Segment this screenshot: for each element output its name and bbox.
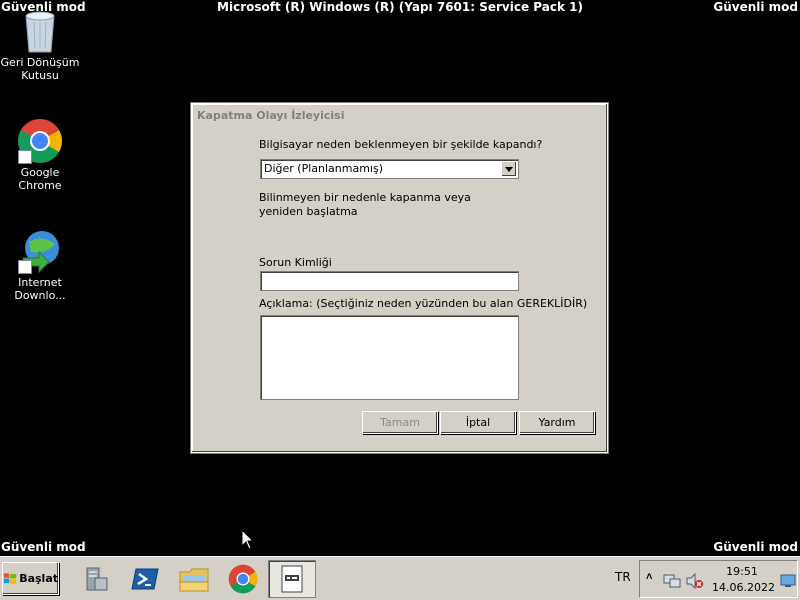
language-indicator[interactable]: TR bbox=[615, 570, 631, 584]
powershell-icon bbox=[131, 568, 159, 590]
comment-textarea[interactable] bbox=[260, 315, 519, 400]
shortcut-arrow-icon bbox=[18, 150, 32, 164]
reason-selected-value: Diğer (Planlanmamış) bbox=[264, 162, 384, 175]
taskbar-app-powershell[interactable] bbox=[121, 560, 169, 598]
clock-time[interactable]: 19:51 bbox=[712, 565, 772, 578]
taskbar: Başlat TR ˄ 19:51 14.06.2022 bbox=[0, 556, 800, 600]
desktop-icon-label: Internet Downlo... bbox=[14, 276, 66, 302]
safe-mode-label-bottom-right: Güvenli mod bbox=[713, 540, 798, 554]
system-tray: ˄ 19:51 14.06.2022 bbox=[639, 560, 798, 598]
cancel-button[interactable]: İptal bbox=[440, 411, 516, 434]
recycle-bin-icon bbox=[25, 11, 55, 53]
chrome-icon bbox=[228, 564, 258, 594]
safe-mode-label-bottom-left: Güvenli mod bbox=[1, 540, 86, 554]
os-version-title: Microsoft (R) Windows (R) (Yapı 7601: Se… bbox=[217, 0, 583, 14]
taskbar-app-chrome[interactable] bbox=[219, 560, 267, 598]
comment-label: Açıklama: (Seçtiğiniz neden yüzünden bu … bbox=[259, 297, 588, 310]
taskbar-app-shutdown-tracker[interactable] bbox=[268, 560, 316, 598]
show-hidden-icons-chevron-icon[interactable]: ˄ bbox=[646, 571, 652, 583]
desktop-icon-recycle-bin[interactable]: Geri Dönüşüm Kutusu bbox=[0, 8, 80, 82]
clock-date[interactable]: 14.06.2022 bbox=[712, 581, 775, 594]
desktop-icon-internet-download-manager[interactable]: Internet Downlo... bbox=[0, 228, 80, 302]
shortcut-arrow-icon bbox=[18, 260, 32, 274]
dropdown-arrow-icon[interactable] bbox=[501, 161, 517, 177]
start-button[interactable]: Başlat bbox=[2, 562, 59, 595]
dialog-title[interactable]: Kapatma Olayı İzleyicisi bbox=[194, 106, 605, 125]
shutdown-tracker-icon bbox=[281, 565, 303, 593]
problem-id-label: Sorun Kimliği bbox=[259, 256, 332, 269]
taskbar-app-server-manager[interactable] bbox=[72, 560, 120, 598]
desktop-icon-chrome[interactable]: Google Chrome bbox=[0, 118, 80, 192]
mouse-cursor-icon bbox=[242, 530, 254, 550]
reason-question-label: Bilgisayar neden beklenmeyen bir şekilde… bbox=[259, 138, 543, 151]
taskbar-app-explorer[interactable] bbox=[170, 560, 218, 598]
desktop-icon-label: Google Chrome bbox=[18, 166, 62, 192]
reason-description: Bilinmeyen bir nedenle kapanma veya yeni… bbox=[259, 191, 471, 218]
windows-explorer-icon bbox=[179, 568, 209, 592]
volume-muted-icon[interactable] bbox=[686, 573, 704, 589]
ok-button[interactable]: Tamam bbox=[362, 411, 438, 434]
show-desktop-icon[interactable] bbox=[780, 574, 796, 588]
problem-id-input[interactable] bbox=[260, 271, 519, 291]
reason-dropdown[interactable]: Diğer (Planlanmamış) bbox=[260, 159, 519, 179]
windows-logo-icon bbox=[3, 572, 17, 584]
help-button[interactable]: Yardım bbox=[519, 411, 595, 434]
server-manager-icon bbox=[86, 567, 108, 591]
desktop-icon-label: Geri Dönüşüm Kutusu bbox=[0, 56, 80, 82]
start-label: Başlat bbox=[19, 572, 58, 585]
shutdown-event-tracker-dialog: Kapatma Olayı İzleyicisi Bilgisayar nede… bbox=[191, 103, 608, 453]
network-icon[interactable] bbox=[663, 573, 681, 589]
